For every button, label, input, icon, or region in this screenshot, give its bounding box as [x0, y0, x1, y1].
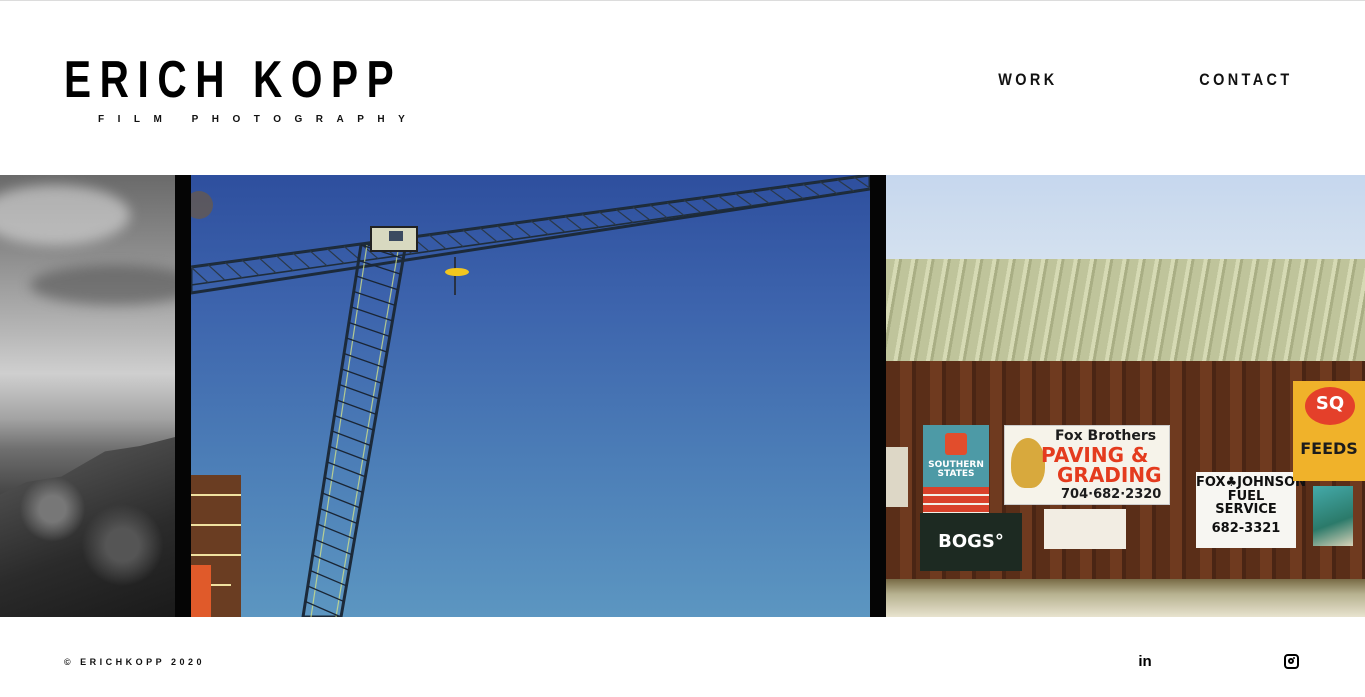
crane-lattice-strut — [191, 266, 209, 284]
site-name: ERICH KOPP — [64, 51, 403, 109]
crane-lattice-strut — [479, 227, 498, 243]
small-poster — [1044, 509, 1126, 549]
crane-lattice-strut — [530, 220, 549, 235]
crane-lattice-strut — [258, 257, 277, 274]
site-header: ERICH KOPP FILM PHOTOGRAPHY WORK CONTACT — [0, 0, 1365, 175]
instagram-glyph — [1283, 653, 1299, 669]
barn-roof — [886, 259, 1365, 361]
crane-lattice-strut — [513, 222, 532, 238]
crane-lattice-strut — [632, 206, 651, 221]
southern-states-logo — [945, 433, 967, 455]
crane-lattice-strut — [734, 192, 753, 207]
bogs-text: BOGS° — [938, 531, 1004, 552]
crane-lattice-strut — [241, 259, 260, 276]
fox-mascot-icon — [1011, 438, 1045, 488]
crane-lattice-strut — [428, 234, 447, 250]
small-poster — [1313, 486, 1353, 546]
feeds-text: FEEDS — [1300, 439, 1358, 458]
crane-lattice-strut — [768, 188, 787, 202]
crane-lattice-strut — [547, 218, 566, 233]
crane-lattice-strut — [598, 211, 617, 226]
linkedin-icon[interactable]: in — [1136, 652, 1154, 670]
crane-lattice-strut — [351, 306, 393, 322]
crane-lattice-strut — [581, 213, 600, 228]
bw-mountain-photo[interactable] — [0, 175, 175, 617]
crane-lattice-strut — [683, 199, 702, 214]
johnson-phone: 682-3321 — [1211, 520, 1281, 536]
fox-johnson-sign: FOX♣JOHNSON FUEL SERVICE 682-3321 — [1196, 472, 1307, 548]
crane-lattice-strut — [348, 321, 390, 338]
sq-logo: SQ — [1305, 387, 1355, 425]
crane-lattice-strut — [666, 202, 685, 216]
crane-lattice-strut — [224, 261, 243, 279]
crane-lattice-strut — [353, 290, 396, 306]
johnson-line2: FUEL SERVICE — [1215, 488, 1277, 518]
spartan-quality-sign: SQ FEEDS — [1293, 381, 1365, 481]
crane-photo[interactable] — [191, 175, 870, 617]
site-tagline: FILM PHOTOGRAPHY — [98, 114, 419, 125]
sky — [886, 175, 1365, 261]
partial-sign — [886, 447, 908, 507]
film-frame-border — [870, 175, 886, 617]
ground — [886, 579, 1365, 617]
film-frame-border — [175, 175, 191, 617]
crane-lattice-strut — [717, 195, 736, 209]
crane-lattice-strut — [751, 190, 770, 204]
crane-lattice-strut — [700, 197, 719, 211]
crane-lattice-strut — [836, 178, 855, 192]
crane-lattice-strut — [615, 208, 634, 223]
crane-lattice-strut — [649, 204, 668, 219]
crane-lattice-strut — [275, 255, 294, 272]
site-logo[interactable]: ERICH KOPP FILM PHOTOGRAPHY — [64, 51, 419, 125]
crane-lattice-strut — [462, 229, 481, 245]
crane-lattice-strut — [564, 215, 583, 231]
nav-work[interactable]: WORK — [999, 70, 1058, 90]
cloud-shape — [0, 185, 130, 245]
crane-lattice-strut — [802, 183, 821, 197]
nav-contact[interactable]: CONTACT — [1199, 70, 1292, 90]
johnson-line1: FOX♣JOHNSON — [1196, 475, 1307, 490]
southern-states-sign: SOUTHERN STATES — [923, 425, 989, 513]
southern-states-text: SOUTHERN STATES — [928, 460, 984, 480]
fox-sign-line1: Fox Brothers — [1055, 428, 1157, 444]
crane-illustration — [191, 175, 870, 617]
fox-sign-phone: 704·682·2320 — [1061, 487, 1162, 502]
cloud-shape — [30, 265, 175, 305]
crane-lattice-strut — [819, 181, 838, 195]
sign-stripes — [923, 487, 989, 513]
crane-lattice-strut — [292, 252, 311, 269]
crane-lattice-strut — [445, 231, 464, 248]
copyright-text: © ERICHKOPP 2020 — [64, 657, 205, 667]
crane-lattice-strut — [496, 225, 515, 240]
instagram-icon[interactable] — [1282, 652, 1300, 670]
crane-lattice-strut — [853, 176, 870, 189]
main-nav: WORK CONTACT — [993, 70, 1301, 90]
site-footer: © ERICHKOPP 2020 in — [0, 617, 1365, 697]
crane-lattice-strut — [346, 337, 388, 353]
crane-lattice-strut — [355, 275, 399, 291]
barn-signs-photo[interactable]: SOUTHERN STATES Fox Brothers PAVING & GR… — [886, 175, 1365, 617]
crane-lattice-strut — [326, 248, 345, 264]
fox-brothers-sign: Fox Brothers PAVING & GRADING 704·682·23… — [1004, 425, 1170, 505]
bogs-sign: BOGS° — [920, 513, 1022, 571]
photo-gallery[interactable]: SOUTHERN STATES Fox Brothers PAVING & GR… — [0, 175, 1365, 617]
crane-lattice-strut — [785, 185, 804, 199]
crane-lattice-strut — [207, 264, 226, 281]
crane-lattice-strut — [309, 250, 328, 267]
rock-outcrop — [0, 437, 175, 617]
fox-sign-line3: GRADING — [1057, 463, 1162, 487]
